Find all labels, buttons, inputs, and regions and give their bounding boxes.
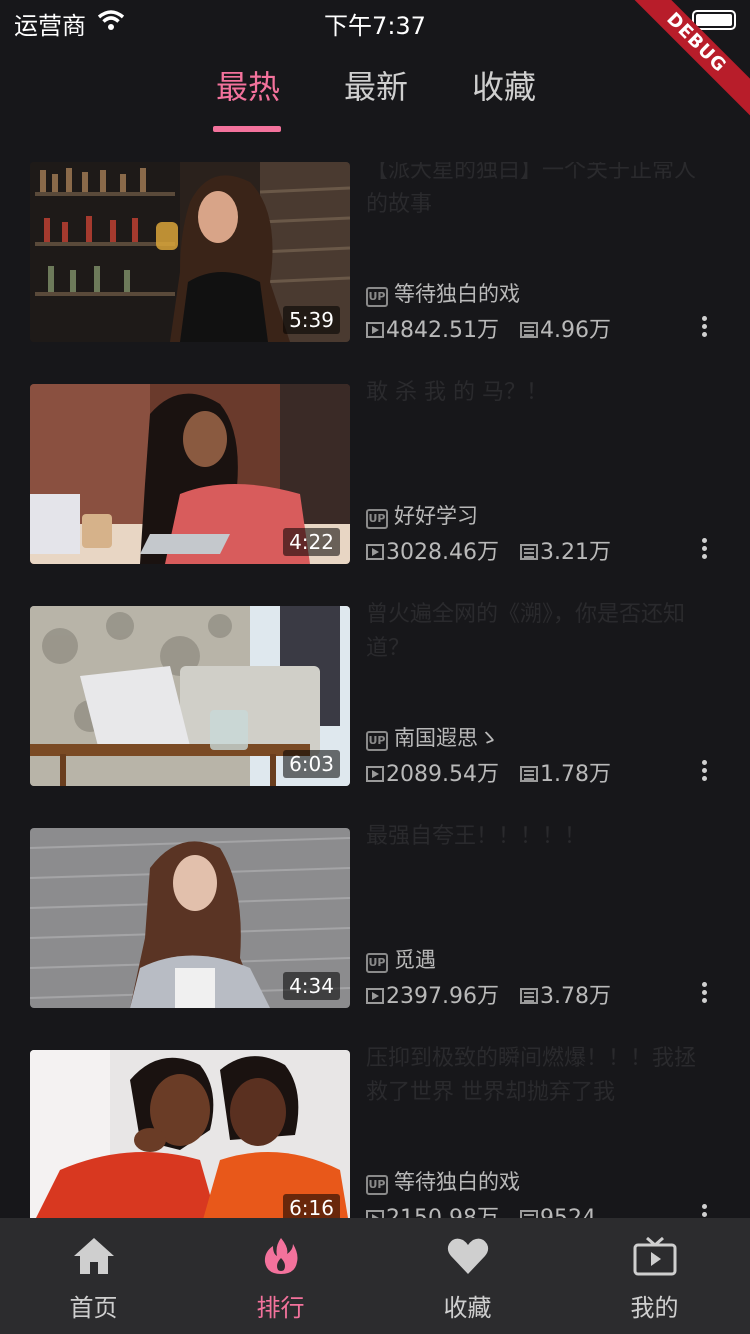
danmaku-count-icon — [519, 1210, 538, 1218]
danmaku-count-icon — [519, 766, 538, 782]
play-count-icon — [366, 322, 384, 338]
tab-indicator — [213, 126, 281, 132]
more-options-icon[interactable] — [702, 760, 708, 784]
video-thumbnail[interactable]: 6:16 — [30, 1050, 350, 1218]
uploader-name: 等待独白的戏 — [394, 1170, 520, 1194]
view-count: 4842.51万 — [386, 318, 499, 343]
nav-item-ranking[interactable]: 排行 — [187, 1218, 374, 1334]
uploader-name: 觅遇 — [394, 948, 436, 972]
nav-item-favorites[interactable]: 收藏 — [374, 1218, 561, 1334]
video-title[interactable]: 【派大星的独白】一个关于正常人的故事 — [366, 162, 706, 222]
uploader[interactable]: UP 南国遐思ゝ — [366, 722, 499, 752]
video-title[interactable]: 曾火遍全网的《溯》，你是否还知道？ — [366, 598, 706, 666]
home-icon — [73, 1238, 114, 1274]
view-count: 2089.54万 — [386, 762, 499, 787]
list-item[interactable]: 4:22 敢 杀 我 的 马？！ UP 好好学习 3028.46万 3.21万 — [30, 380, 720, 566]
uploader[interactable]: UP 等待独白的戏 — [366, 1166, 520, 1196]
more-options-icon[interactable] — [702, 982, 708, 1006]
video-stats: 3028.46万 3.21万 — [366, 534, 611, 566]
video-title[interactable]: 压抑到极致的瞬间燃爆！！！我拯救了世界 世界却抛弃了我 — [366, 1042, 706, 1110]
video-thumbnail[interactable]: 5:39 — [30, 162, 350, 342]
nav-label-favorites: 收藏 — [443, 1294, 492, 1322]
play-count-icon — [366, 544, 384, 560]
video-thumbnail[interactable]: 6:03 — [30, 606, 350, 786]
more-options-icon[interactable] — [702, 316, 708, 340]
video-title[interactable]: 最强自夸王！！！！！ — [366, 820, 706, 854]
video-duration: 6:16 — [283, 1194, 340, 1218]
video-stats: 2397.96万 3.78万 — [366, 978, 611, 1010]
status-time: 下午7:37 — [324, 12, 426, 40]
nav-item-mine[interactable]: 我的 — [561, 1218, 748, 1334]
video-title[interactable]: 敢 杀 我 的 马？！ — [366, 376, 706, 410]
uploader[interactable]: UP 觅遇 — [366, 944, 436, 974]
list-item[interactable]: 6:03 曾火遍全网的《溯》，你是否还知道？ UP 南国遐思ゝ 2089.54万 … — [30, 602, 720, 788]
play-count-icon — [366, 766, 384, 782]
top-tabs: 最热 最新 收藏 — [0, 62, 750, 132]
up-badge-icon: UP — [366, 1175, 388, 1195]
nav-item-home[interactable]: 首页 — [0, 1218, 187, 1334]
video-duration: 4:22 — [283, 528, 340, 556]
video-list[interactable]: 5:39 【派大星的独白】一个关于正常人的故事 UP 等待独白的戏 4842.51… — [0, 162, 750, 1218]
comment-count: 3.78万 — [539, 984, 611, 1009]
danmaku-count-icon — [519, 544, 538, 560]
flame-icon — [264, 1238, 297, 1274]
list-item[interactable]: 6:16 压抑到极致的瞬间燃爆！！！我拯救了世界 世界却抛弃了我 UP 等待独白的… — [30, 1046, 720, 1218]
list-item[interactable]: 5:39 【派大星的独白】一个关于正常人的故事 UP 等待独白的戏 4842.51… — [30, 162, 720, 344]
play-count-icon — [366, 988, 384, 1004]
video-duration: 6:03 — [283, 750, 340, 778]
video-stats: 2150.98万 9524 — [366, 1200, 596, 1218]
up-badge-icon: UP — [366, 953, 388, 973]
list-item[interactable]: 4:34 最强自夸王！！！！！ UP 觅遇 2397.96万 3.78万 — [30, 824, 720, 1010]
comment-count: 3.21万 — [539, 540, 611, 565]
danmaku-count-icon — [519, 988, 538, 1004]
thumbnail-image — [30, 1050, 350, 1218]
comment-count: 1.78万 — [539, 762, 611, 787]
status-bar: 运营商 下午7:37 DEBUG — [0, 0, 750, 123]
video-stats: 2089.54万 1.78万 — [366, 756, 611, 788]
tab-latest[interactable]: 最新 — [344, 62, 408, 108]
nav-label-mine: 我的 — [630, 1294, 679, 1322]
up-badge-icon: UP — [366, 287, 388, 307]
nav-label-ranking: 排行 — [256, 1294, 305, 1322]
nav-label-home: 首页 — [69, 1294, 118, 1322]
danmaku-count-icon — [519, 322, 538, 338]
view-count: 2150.98万 — [386, 1206, 499, 1218]
uploader[interactable]: UP 等待独白的戏 — [366, 278, 520, 308]
uploader-name: 等待独白的戏 — [394, 282, 520, 306]
video-stats: 4842.51万 4.96万 — [366, 312, 611, 344]
up-badge-icon: UP — [366, 509, 388, 529]
uploader-name: 南国遐思ゝ — [394, 726, 499, 750]
video-thumbnail[interactable]: 4:22 — [30, 384, 350, 564]
video-duration: 5:39 — [283, 306, 340, 334]
up-badge-icon: UP — [366, 731, 388, 751]
tab-hot[interactable]: 最热 — [216, 62, 280, 108]
uploader[interactable]: UP 好好学习 — [366, 500, 478, 530]
video-thumbnail[interactable]: 4:34 — [30, 828, 350, 1008]
video-duration: 4:34 — [283, 972, 340, 1000]
more-options-icon[interactable] — [702, 538, 708, 562]
tv-icon — [633, 1236, 676, 1276]
play-count-icon — [366, 1210, 384, 1218]
bottom-nav: 首页 排行 收藏 我的 — [0, 1218, 750, 1334]
view-count: 3028.46万 — [386, 540, 499, 565]
comment-count: 9524 — [540, 1206, 596, 1218]
comment-count: 4.96万 — [539, 318, 611, 343]
uploader-name: 好好学习 — [394, 504, 478, 528]
view-count: 2397.96万 — [386, 984, 499, 1009]
tab-favorites[interactable]: 收藏 — [472, 62, 536, 108]
more-options-icon[interactable] — [702, 1204, 708, 1218]
heart-icon — [447, 1238, 488, 1274]
